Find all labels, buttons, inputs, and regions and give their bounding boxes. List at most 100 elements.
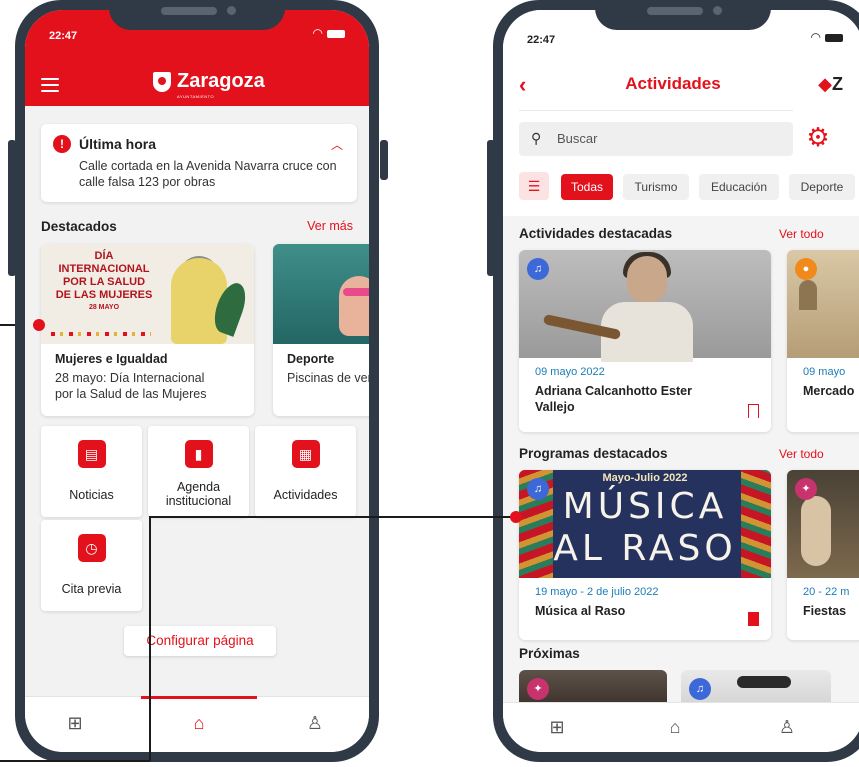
search-field[interactable]: ⚲ Buscar	[519, 122, 793, 156]
tile-agenda[interactable]: ▮ Agenda institucional	[148, 426, 249, 517]
program-card[interactable]: Mayo-Julio 2022 MÚSICA AL RASO ♫ 19 mayo…	[519, 470, 771, 640]
activity-name: Mercado	[803, 384, 855, 398]
status-time: 22:47	[527, 34, 556, 46]
chevron-up-icon[interactable]: ︿	[331, 136, 343, 153]
wifi-icon: ◠	[810, 30, 821, 44]
program-name: Música al Raso	[535, 604, 626, 618]
search-placeholder: Buscar	[557, 131, 598, 146]
card-text: Piscinas de verano	[287, 371, 369, 385]
home-icon[interactable]: ⌂	[185, 709, 213, 737]
active-tab-indicator	[141, 696, 257, 699]
exclamation-icon: !	[53, 135, 71, 153]
activity-date: 09 mayo 2022	[535, 366, 605, 378]
location-pin-icon: ●	[795, 258, 817, 280]
user-icon[interactable]: ♙	[301, 709, 329, 737]
party-icon: ✦	[795, 478, 817, 500]
activity-card[interactable]: ● 09 mayo Mercado	[787, 250, 859, 432]
bookmark-filled-icon[interactable]	[748, 612, 759, 626]
activities-see-all-link[interactable]: Ver todo	[779, 227, 824, 241]
configure-page-button[interactable]: Configurar página	[124, 626, 276, 656]
gear-icon[interactable]: ⚙	[805, 124, 831, 150]
connector-dot	[510, 511, 522, 523]
tab-bar: ⊞ ⌂ ♙	[25, 696, 369, 752]
connector-line	[149, 516, 515, 518]
logo-subtitle: AYUNTAMIENTO	[177, 94, 215, 99]
music-note-icon: ♫	[527, 258, 549, 280]
filter-chip-todas[interactable]: Todas	[561, 174, 613, 200]
programs-section-title: Programas destacados	[519, 446, 668, 461]
phone-notch	[595, 0, 771, 30]
tile-label: Noticias	[69, 488, 114, 502]
logo-letter: Z	[832, 74, 843, 94]
shield-icon: ◆	[818, 74, 832, 94]
alert-text: Calle cortada en la Avenida Navarra cruc…	[79, 159, 337, 189]
activity-date: 09 mayo	[803, 366, 846, 378]
tile-label: Agenda institucional	[165, 480, 232, 508]
alert-title: Última hora	[79, 136, 157, 152]
activities-header: 22:47 ◠ ‹ Actividades ◆Z ⚲ Buscar ⚙ ☰ To…	[503, 10, 859, 216]
card-title: Deporte	[287, 352, 335, 366]
filter-chip-educacion[interactable]: Educación	[699, 174, 779, 200]
program-card[interactable]: ✦ 20 - 22 m Fiestas	[787, 470, 859, 640]
grid-icon[interactable]: ⊞	[543, 713, 571, 741]
status-icons: ◠	[313, 26, 345, 40]
bookmark-icon[interactable]	[748, 404, 759, 418]
activity-image	[519, 250, 771, 362]
program-date: 19 mayo - 2 de julio 2022	[535, 586, 659, 598]
wifi-icon: ◠	[312, 26, 323, 40]
music-note-icon: ♫	[689, 678, 711, 700]
poster-image: DÍA INTERNACIONAL POR LA SALUD DE LAS MU…	[41, 244, 254, 344]
poster-line-1: MÚSICA	[562, 486, 728, 527]
calendar-icon: ▦	[291, 440, 320, 468]
tile-label: Cita previa	[61, 582, 122, 596]
status-time: 22:47	[49, 30, 78, 42]
filter-chip-turismo[interactable]: Turismo	[623, 174, 689, 200]
connector-line	[0, 760, 150, 762]
shield-icon	[153, 71, 171, 92]
upcoming-section-title: Próximas	[519, 646, 580, 661]
programs-see-all-link[interactable]: Ver todo	[779, 447, 824, 461]
user-icon[interactable]: ♙	[773, 713, 801, 741]
card-text: 28 mayo: Día Internacional por la Salud …	[55, 371, 207, 401]
newspaper-icon: ▤	[77, 440, 106, 468]
activities-section-title: Actividades destacadas	[519, 226, 673, 241]
tile-actividades[interactable]: ▦ Actividades	[255, 426, 356, 517]
filter-chip-deporte[interactable]: Deporte	[789, 174, 855, 200]
phone-activities: 22:47 ◠ ‹ Actividades ◆Z ⚲ Buscar ⚙ ☰ To…	[493, 0, 859, 762]
activities-screen: 22:47 ◠ ‹ Actividades ◆Z ⚲ Buscar ⚙ ☰ To…	[503, 10, 859, 752]
book-icon: ▮	[184, 440, 213, 468]
poster-title: DÍA INTERNACIONAL POR LA SALUD DE LAS MU…	[55, 250, 153, 301]
alert-banner[interactable]: ! Última hora ︿ Calle cortada en la Aven…	[41, 124, 357, 202]
party-icon: ✦	[527, 678, 549, 700]
activity-card[interactable]: ♫ 09 mayo 2022 Adriana Calcanhotto Ester…	[519, 250, 771, 432]
grid-icon[interactable]: ⊞	[61, 709, 89, 737]
home-screen: 22:47 ◠ Zaragoza AYUNTAMIENTO ! Última h…	[25, 10, 369, 752]
logo-name: Zaragoza	[177, 70, 265, 92]
tile-cita-previa[interactable]: ◷ Cita previa	[41, 520, 142, 611]
tile-label: Actividades	[273, 488, 338, 502]
side-button	[380, 140, 388, 180]
filter-sliders-icon[interactable]: ☰	[519, 172, 549, 200]
zaragoza-logo: ◆Z	[818, 74, 843, 95]
zaragoza-logo: Zaragoza AYUNTAMIENTO	[153, 70, 265, 99]
program-poster: Mayo-Julio 2022 MÚSICA AL RASO	[519, 470, 771, 578]
activity-name: Adriana Calcanhotto Ester Vallejo	[535, 384, 692, 414]
phone-notch	[109, 0, 285, 30]
home-icon[interactable]: ⌂	[661, 713, 689, 741]
filter-bar: ☰ Todas Turismo Educación Deporte	[519, 172, 859, 202]
tile-noticias[interactable]: ▤ Noticias	[41, 426, 142, 517]
program-name: Fiestas	[803, 604, 847, 618]
featured-title: Destacados	[41, 219, 117, 234]
featured-more-link[interactable]: Ver más	[307, 219, 353, 233]
poster-line-2: AL RASO	[553, 528, 737, 569]
featured-card[interactable]: DÍA INTERNACIONAL POR LA SALUD DE LAS MU…	[41, 244, 254, 416]
featured-card[interactable]: Deporte Piscinas de verano	[273, 244, 369, 416]
page-title: Actividades	[625, 74, 721, 93]
pool-image	[273, 244, 369, 344]
clock-icon: ◷	[77, 534, 106, 562]
poster-date: 28 MAYO	[88, 304, 120, 311]
phone-home: 22:47 ◠ Zaragoza AYUNTAMIENTO ! Última h…	[15, 0, 379, 762]
battery-icon	[327, 29, 345, 38]
tab-bar: ⊞ ⌂ ♙	[503, 702, 859, 752]
hamburger-icon[interactable]	[41, 78, 59, 92]
